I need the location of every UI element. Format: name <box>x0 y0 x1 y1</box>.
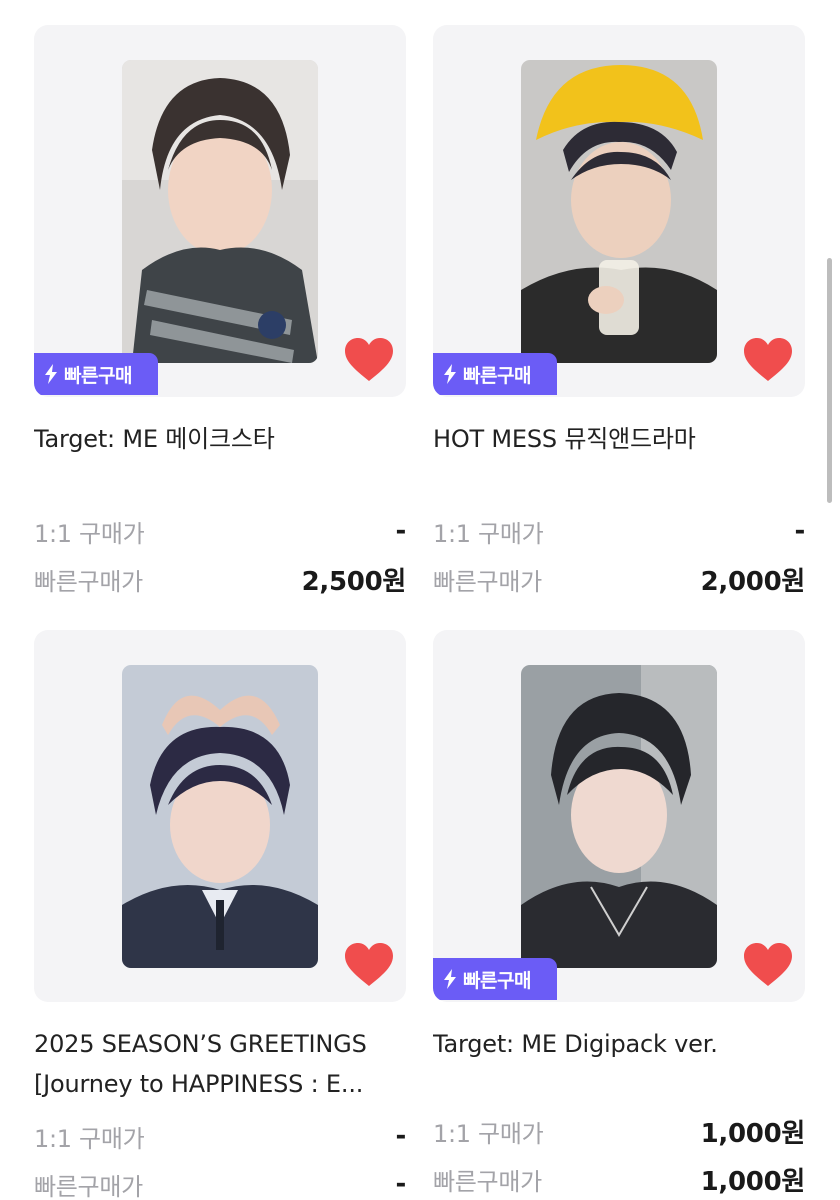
price-value: 2,000원 <box>700 566 806 597</box>
badge-label: 빠른구매 <box>463 969 531 992</box>
price-value: - <box>395 1169 407 1199</box>
price-label: 빠른구매가 <box>433 567 542 596</box>
scrollbar[interactable] <box>827 258 832 503</box>
photocard-image <box>122 60 318 363</box>
price-value: 1,000원 <box>700 1118 806 1149</box>
product-title[interactable]: Target: ME Digipack ver. <box>433 1024 805 1104</box>
product-grid: 빠른구매 Target: ME 메이크스타 1:1 구매가 - 빠른구매가 2,… <box>0 0 840 1200</box>
lightning-bolt-icon <box>45 364 57 384</box>
price-row-1to1: 1:1 구매가 - <box>433 507 805 555</box>
heart-icon[interactable] <box>344 942 394 988</box>
price-value: - <box>395 516 407 546</box>
product-card[interactable]: 빠른구매 HOT MESS 뮤직앤드라마 1:1 구매가 - 빠른구매가 2,0… <box>433 25 805 603</box>
price-label: 1:1 구매가 <box>433 1119 544 1148</box>
heart-icon[interactable] <box>743 337 793 383</box>
heart-icon[interactable] <box>743 942 793 988</box>
badge-label: 빠른구매 <box>64 364 132 387</box>
product-thumbnail[interactable] <box>34 630 406 1002</box>
quick-buy-badge: 빠른구매 <box>34 353 158 395</box>
price-label: 빠른구매가 <box>34 567 143 596</box>
price-row-quick: 빠른구매가 - <box>34 1160 406 1200</box>
product-card[interactable]: 빠른구매 Target: ME 메이크스타 1:1 구매가 - 빠른구매가 2,… <box>34 25 406 603</box>
price-value: - <box>794 516 806 546</box>
quick-buy-badge: 빠른구매 <box>433 353 557 395</box>
price-label: 빠른구매가 <box>34 1172 143 1200</box>
product-card[interactable]: 빠른구매 Target: ME Digipack ver. 1:1 구매가 1,… <box>433 630 805 1200</box>
price-row-1to1: 1:1 구매가 1,000원 <box>433 1107 805 1155</box>
product-thumbnail[interactable]: 빠른구매 <box>34 25 406 397</box>
product-thumbnail[interactable]: 빠른구매 <box>433 25 805 397</box>
price-value: - <box>395 1121 407 1151</box>
photocard-image <box>521 665 717 968</box>
badge-label: 빠른구매 <box>463 364 531 387</box>
price-row-quick: 빠른구매가 2,000원 <box>433 555 805 603</box>
price-label: 1:1 구매가 <box>433 519 544 548</box>
price-row-quick: 빠른구매가 1,000원 <box>433 1155 805 1200</box>
price-row-1to1: 1:1 구매가 - <box>34 1112 406 1160</box>
photocard-image <box>122 665 318 968</box>
lightning-bolt-icon <box>444 364 456 384</box>
price-value: 2,500원 <box>301 566 407 597</box>
photocard-image <box>521 60 717 363</box>
lightning-bolt-icon <box>444 969 456 989</box>
price-row-quick: 빠른구매가 2,500원 <box>34 555 406 603</box>
product-title[interactable]: Target: ME 메이크스타 <box>34 419 406 499</box>
price-label: 빠른구매가 <box>433 1167 542 1196</box>
quick-buy-badge: 빠른구매 <box>433 958 557 1000</box>
heart-icon[interactable] <box>344 337 394 383</box>
product-thumbnail[interactable]: 빠른구매 <box>433 630 805 1002</box>
price-label: 1:1 구매가 <box>34 519 145 548</box>
price-label: 1:1 구매가 <box>34 1124 145 1153</box>
price-value: 1,000원 <box>700 1166 806 1197</box>
product-title[interactable]: HOT MESS 뮤직앤드라마 <box>433 419 805 499</box>
product-title[interactable]: 2025 SEASON’S GREETINGS [Journey to HAPP… <box>34 1024 406 1104</box>
price-row-1to1: 1:1 구매가 - <box>34 507 406 555</box>
product-card[interactable]: 2025 SEASON’S GREETINGS [Journey to HAPP… <box>34 630 406 1200</box>
